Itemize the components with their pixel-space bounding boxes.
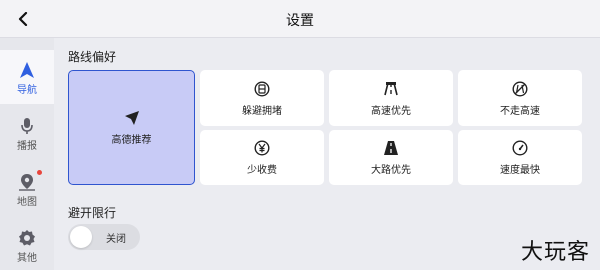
speedometer-icon xyxy=(512,139,528,157)
route-preference-title: 路线偏好 xyxy=(68,50,117,64)
congestion-avoid-icon xyxy=(254,80,270,98)
route-option-fastest[interactable]: 速度最快 xyxy=(458,130,582,185)
watermark-logo: 大玩客 xyxy=(520,240,590,265)
route-option-no-highway[interactable]: 不走高速 xyxy=(458,70,582,126)
sidebar-item-label: 其他 xyxy=(17,252,37,264)
route-option-recommended[interactable]: 高德推荐 xyxy=(68,70,195,185)
route-option-label: 躲避拥堵 xyxy=(242,105,282,117)
avoid-restriction-title: 避开限行 xyxy=(68,206,117,220)
toggle-state-label: 关闭 xyxy=(106,234,126,245)
gear-icon xyxy=(18,227,36,247)
highway-icon xyxy=(383,80,399,98)
route-option-label: 高速优先 xyxy=(371,105,411,117)
settings-content: 路线偏好 高德推荐 躲避拥堵 高速优先 不走高速 少收费 大路优先 速度最快 避… xyxy=(54,38,600,270)
route-option-avoid-congestion[interactable]: 躲避拥堵 xyxy=(200,70,324,126)
paper-plane-icon xyxy=(124,109,140,127)
avoid-restriction-toggle[interactable]: 关闭 xyxy=(68,224,140,250)
sidebar-item-label: 地图 xyxy=(17,196,37,208)
route-option-label: 速度最快 xyxy=(500,165,540,176)
map-pin-icon xyxy=(18,171,36,191)
sidebar-item-map[interactable]: 地图 xyxy=(0,162,54,216)
sidebar-item-broadcast[interactable]: 播报 xyxy=(0,106,54,160)
route-option-highway-first[interactable]: 高速优先 xyxy=(329,70,453,126)
route-option-main-road-first[interactable]: 大路优先 xyxy=(329,130,453,185)
main-road-icon xyxy=(383,139,399,157)
route-option-less-toll[interactable]: 少收费 xyxy=(200,130,324,185)
navigation-arrow-icon xyxy=(19,59,35,79)
route-option-label: 少收费 xyxy=(247,165,277,176)
microphone-icon xyxy=(20,115,34,135)
sidebar-item-navigation[interactable]: 导航 xyxy=(0,50,54,104)
no-highway-icon xyxy=(512,80,528,98)
route-option-label: 高德推荐 xyxy=(111,135,152,146)
top-bar: 设置 xyxy=(0,0,600,38)
sidebar-item-label: 播报 xyxy=(17,140,37,152)
route-option-label: 不走高速 xyxy=(500,105,540,117)
sidebar: 导航 播报 地图 其他 xyxy=(0,38,54,270)
sidebar-item-label: 导航 xyxy=(17,84,37,96)
sidebar-item-other[interactable]: 其他 xyxy=(0,218,54,270)
yuan-coin-icon xyxy=(254,139,270,157)
page-title: 设置 xyxy=(286,13,314,29)
notification-badge xyxy=(37,170,42,175)
route-option-label: 大路优先 xyxy=(371,165,411,176)
toggle-knob xyxy=(70,226,92,248)
